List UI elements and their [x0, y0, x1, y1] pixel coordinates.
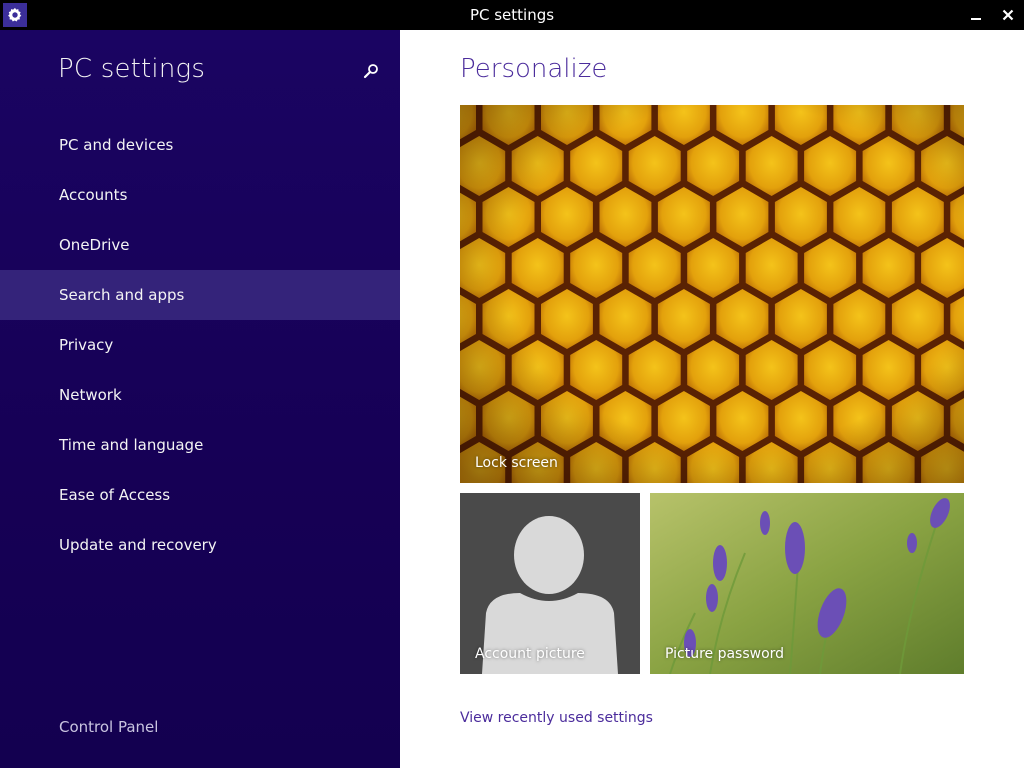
honeycomb-image [460, 105, 964, 483]
close-icon[interactable] [994, 2, 1022, 28]
account-picture-tile[interactable]: Account picture [460, 493, 640, 674]
settings-nav: PC and devices Accounts OneDrive Search … [0, 120, 400, 570]
search-icon[interactable] [360, 60, 382, 82]
sidebar-item-accounts[interactable]: Accounts [0, 170, 400, 220]
control-panel-link[interactable]: Control Panel [59, 718, 158, 736]
sidebar-item-update-and-recovery[interactable]: Update and recovery [0, 520, 400, 570]
page-title: Personalize [460, 54, 608, 84]
title-bar: PC settings [0, 0, 1024, 30]
sidebar-item-time-and-language[interactable]: Time and language [0, 420, 400, 470]
picture-password-label: Picture password [665, 646, 785, 662]
main-content: Personalize Lock screen Account picture … [400, 30, 1024, 768]
view-recent-settings-link[interactable]: View recently used settings [460, 710, 653, 726]
sidebar-item-onedrive[interactable]: OneDrive [0, 220, 400, 270]
lock-screen-label: Lock screen [475, 455, 558, 471]
sidebar-item-privacy[interactable]: Privacy [0, 320, 400, 370]
sidebar-item-pc-and-devices[interactable]: PC and devices [0, 120, 400, 170]
picture-password-tile[interactable]: Picture password [650, 493, 964, 674]
window-title: PC settings [469, 6, 555, 24]
minimize-icon[interactable] [962, 2, 990, 28]
sidebar-heading: PC settings [58, 54, 206, 84]
lock-screen-tile[interactable]: Lock screen [460, 105, 964, 483]
account-picture-label: Account picture [475, 646, 585, 662]
sidebar-item-ease-of-access[interactable]: Ease of Access [0, 470, 400, 520]
sidebar-item-network[interactable]: Network [0, 370, 400, 420]
sidebar: PC settings PC and devices Accounts OneD… [0, 30, 400, 768]
sidebar-item-search-and-apps[interactable]: Search and apps [0, 270, 400, 320]
